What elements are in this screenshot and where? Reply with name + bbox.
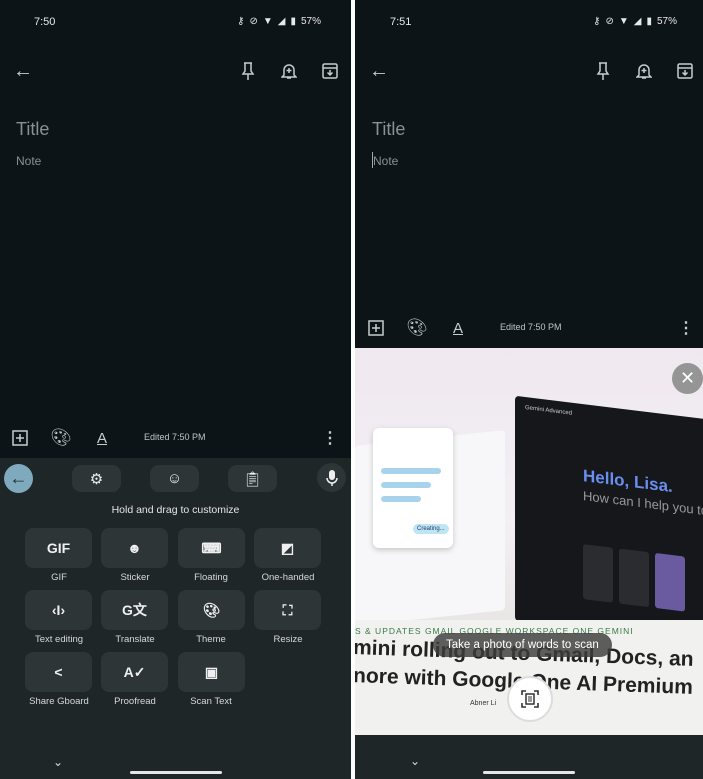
theme-tile[interactable]: 🎨︎ [178, 590, 245, 630]
proofread-tile[interactable]: A✓ [101, 652, 168, 692]
share-icon: < [54, 664, 63, 680]
tile-label: One-handed [261, 572, 315, 583]
scan-text-icon: ▣ [204, 663, 219, 680]
palette-icon: 🎨︎ [202, 601, 221, 618]
add-box-icon[interactable] [366, 318, 386, 338]
gesture-handle[interactable] [483, 771, 575, 774]
camera-viewfinder[interactable]: Creating... Gemini Advanced Hello, Lisa.… [355, 348, 703, 735]
mic-icon [325, 469, 338, 486]
back-arrow-icon: ← [9, 468, 28, 488]
status-time: 7:50 [34, 16, 56, 28]
status-icons: ⚷ ⊘ ▼ ◢ ▮ 57% [237, 16, 321, 27]
palette-icon[interactable]: 🎨︎ [406, 317, 428, 339]
sticker-tile[interactable]: ☻ [101, 528, 168, 568]
reminder-bell-icon[interactable] [279, 60, 299, 82]
archive-icon[interactable] [675, 60, 695, 82]
tile-label: Proofread [114, 696, 156, 707]
gif-icon: GIF [46, 540, 71, 556]
wifi-icon: ▼ [262, 16, 273, 27]
clipboard-button[interactable]: 📋︎ [228, 465, 277, 492]
reminder-bell-icon[interactable] [634, 60, 654, 82]
battery-percent: 57% [300, 16, 321, 27]
tile-label: GIF [51, 572, 67, 583]
gesture-handle[interactable] [129, 771, 222, 774]
text-editing-tile[interactable]: ‹I› [25, 590, 92, 630]
edited-timestamp: Edited 7:50 PM [500, 322, 562, 332]
phone-screen-right: 7:51 ⚷ ⊘ ▼ ◢ ▮ 57% ← Title Note 🎨︎ A Edi… [355, 0, 703, 779]
note-input[interactable]: Note [373, 154, 398, 168]
tile-label: Resize [273, 634, 303, 645]
gboard-keyboard: ← ⚙ ☺ 📋︎ Hold and drag to customize GIF … [0, 458, 351, 779]
text-format-icon[interactable]: A [448, 317, 468, 339]
pin-icon[interactable] [593, 60, 613, 82]
status-time: 7:51 [390, 16, 412, 28]
battery-icon: ▮ [646, 16, 652, 27]
tile-label: Scan Text [190, 696, 232, 707]
vpn-key-icon: ⚷ [593, 16, 601, 27]
scan-hint-toast: Take a photo of words to scan [433, 633, 612, 657]
voice-input-button[interactable] [317, 463, 346, 492]
more-vert-icon[interactable]: ⋮ [678, 318, 694, 338]
title-input[interactable]: Title [372, 119, 405, 140]
one-handed-tile[interactable]: ◩ [254, 528, 321, 568]
edited-timestamp: Edited 7:50 PM [144, 432, 206, 442]
shutter-button[interactable] [507, 676, 553, 722]
scan-text-icon [521, 690, 539, 708]
close-camera-button[interactable]: ✕ [672, 363, 703, 394]
translate-tile[interactable]: G文 [101, 590, 168, 630]
one-handed-icon: ◩ [280, 539, 295, 556]
tile-label: Share Gboard [29, 696, 89, 707]
back-arrow-icon[interactable]: ← [12, 60, 34, 82]
navigation-bar: ⌄ [355, 735, 703, 779]
keyboard-back-button[interactable]: ← [4, 464, 33, 493]
text-cursor-icon: ‹I› [51, 602, 66, 618]
add-box-icon[interactable] [10, 428, 30, 448]
keyboard-icon: ⌨ [201, 539, 222, 556]
vpn-key-icon: ⚷ [237, 16, 245, 27]
status-icons: ⚷ ⊘ ▼ ◢ ▮ 57% [593, 16, 677, 27]
pin-icon[interactable] [238, 60, 258, 82]
battery-percent: 57% [656, 16, 677, 27]
palette-icon[interactable]: 🎨︎ [50, 427, 72, 449]
resize-tile[interactable]: ⛶ [254, 590, 321, 630]
tile-label: Text editing [34, 634, 84, 645]
settings-button[interactable]: ⚙ [72, 465, 121, 492]
signal-icon: ◢ [277, 16, 286, 27]
back-arrow-icon[interactable]: ← [368, 60, 390, 82]
hide-keyboard-chevron-icon[interactable]: ⌄ [50, 754, 66, 770]
customize-hint: Hold and drag to customize [111, 504, 240, 516]
note-input[interactable]: Note [16, 154, 41, 168]
emoji-button[interactable]: ☺ [150, 465, 199, 492]
clipboard-icon: 📋︎ [242, 470, 263, 488]
close-icon: ✕ [679, 368, 696, 388]
share-gboard-tile[interactable]: < [25, 652, 92, 692]
scan-text-tile[interactable]: ▣ [178, 652, 245, 692]
photo-monitor: Gemini Advanced Hello, Lisa. How can I h… [515, 395, 703, 646]
vibrate-off-icon: ⊘ [249, 16, 258, 27]
gear-icon: ⚙ [89, 470, 104, 488]
hide-keyboard-chevron-icon[interactable]: ⌄ [407, 753, 423, 769]
battery-icon: ▮ [290, 16, 296, 27]
tile-label: Translate [115, 634, 155, 645]
title-input[interactable]: Title [16, 119, 49, 140]
floating-tile[interactable]: ⌨ [178, 528, 245, 568]
wifi-icon: ▼ [618, 16, 629, 27]
vibrate-off-icon: ⊘ [605, 16, 614, 27]
emoji-icon: ☺ [166, 470, 183, 487]
tile-label: Sticker [120, 572, 150, 583]
signal-icon: ◢ [633, 16, 642, 27]
proofread-icon: A✓ [123, 663, 146, 680]
more-vert-icon[interactable]: ⋮ [322, 428, 338, 448]
photo-help-me-write-card: Creating... [373, 428, 453, 548]
gif-tile[interactable]: GIF [25, 528, 92, 568]
resize-icon: ⛶ [282, 601, 293, 618]
text-format-icon[interactable]: A [92, 427, 112, 449]
sticker-icon: ☻ [127, 540, 142, 556]
phone-screen-left: 7:50 ⚷ ⊘ ▼ ◢ ▮ 57% ← Title Note 🎨︎ A Edi… [0, 0, 351, 779]
translate-icon: G文 [122, 602, 147, 618]
tile-label: Theme [196, 634, 226, 645]
archive-icon[interactable] [320, 60, 340, 82]
tile-label: Floating [194, 572, 228, 583]
